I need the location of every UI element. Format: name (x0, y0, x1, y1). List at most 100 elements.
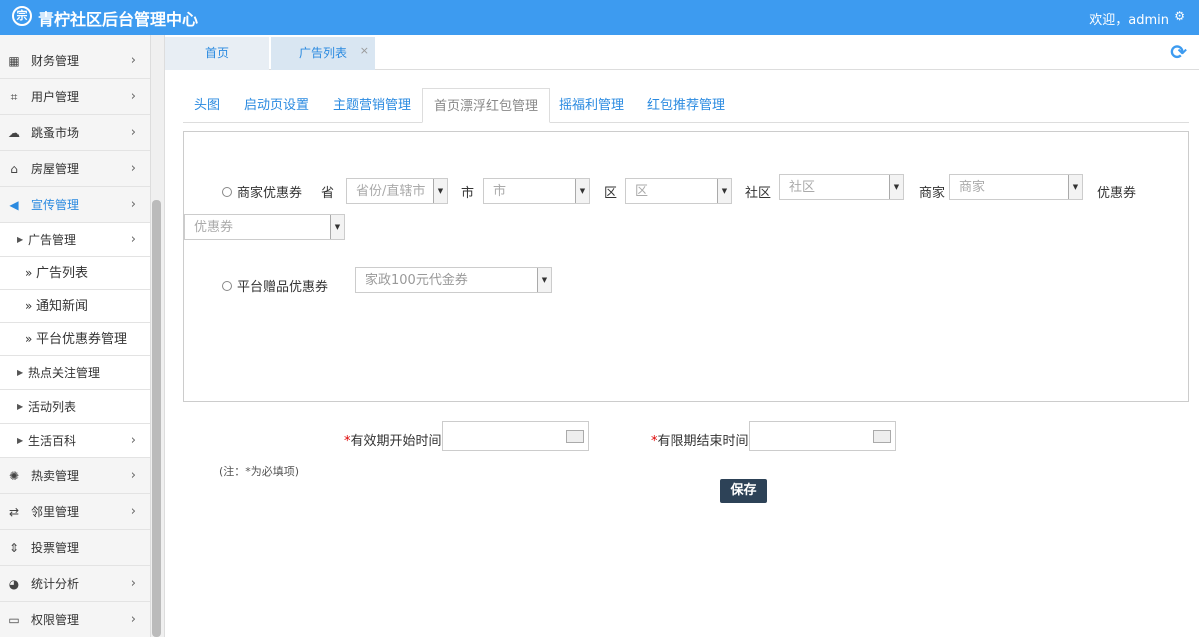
coupon-placeholder: 优惠券 (194, 220, 234, 235)
sidebar-item-market[interactable]: ☁ 跳蚤市场 › (0, 115, 150, 151)
merchant-label: 商家 (919, 186, 946, 201)
bank-icon: ⌂ (10, 162, 18, 176)
sidebar: ▦ 财务管理 › ⌗ 用户管理 › ☁ 跳蚤市场 › ⌂ 房屋管理 › ◀ 宣传… (0, 35, 151, 637)
sidebar-subsub-label: 广告列表 (36, 266, 89, 281)
sidebar-sub-hotspot[interactable]: ▶ 热点关注管理 (0, 356, 150, 390)
close-icon[interactable]: × (360, 34, 369, 67)
chevron-right-icon: › (130, 612, 136, 627)
caret-down-icon: ▼ (575, 179, 589, 203)
page-tab-home[interactable]: 首页 (165, 37, 269, 70)
caret-down-icon: ▼ (537, 268, 551, 292)
tab-launch-page[interactable]: 启动页设置 (244, 88, 309, 123)
coupon-select[interactable]: 优惠券 ▼ (184, 214, 345, 240)
tab-floating-redpacket[interactable]: 首页漂浮红包管理 (422, 88, 551, 123)
tab-theme-marketing[interactable]: 主题营销管理 (333, 88, 411, 123)
page-tab-ad-list[interactable]: 广告列表 × (271, 37, 375, 70)
sidebar-item-stats[interactable]: ◕ 统计分析 › (0, 566, 150, 602)
gear-icon[interactable]: ⚙ (1174, 9, 1185, 23)
sidebar-sub-ad-management[interactable]: ▶ 广告管理 › (0, 223, 150, 257)
caret-down-icon: ▼ (1068, 175, 1082, 199)
sidebar-item-label: 权限管理 (31, 613, 80, 627)
city-select[interactable]: 市 ▼ (483, 178, 590, 204)
sidebar-item-users[interactable]: ⌗ 用户管理 › (0, 79, 150, 115)
sidebar-item-finance[interactable]: ▦ 财务管理 › (0, 43, 150, 79)
city-label: 市 (461, 186, 475, 201)
merchant-coupon-label: 商家优惠券 (237, 186, 303, 201)
monitor-icon: ▭ (8, 613, 20, 627)
chevron-right-icon: › (130, 433, 136, 448)
coupon-form-panel: 商家优惠券 省 省份/直辖市 ▼ 市 市 ▼ 区 区 ▼ 社区 社区 ▼ 商家 … (183, 131, 1189, 402)
save-button[interactable]: 保存 (720, 479, 767, 503)
sidebar-item-housing[interactable]: ⌂ 房屋管理 › (0, 151, 150, 187)
chevron-right-icon: › (130, 89, 136, 104)
caret-down-icon: ▼ (717, 179, 731, 203)
chevron-right-icon: › (130, 53, 136, 68)
sidebar-item-label: 邻里管理 (31, 505, 80, 519)
caret-right-icon: ▶ (17, 402, 24, 411)
merchant-select[interactable]: 商家 ▼ (949, 174, 1083, 200)
sidebar-subsub-label: 通知新闻 (36, 299, 89, 314)
cloud-icon: ☁ (8, 126, 20, 140)
app-title: 青柠社区后台管理中心 (38, 10, 199, 29)
top-header: 宗 青柠社区后台管理中心 欢迎，admin ⚙ (0, 0, 1199, 35)
retweet-icon: ⇄ (8, 505, 20, 519)
chevron-right-icon: › (130, 161, 136, 176)
platform-gift-label: 平台赠品优惠券 (237, 280, 329, 295)
sidebar-sub-encyclopedia[interactable]: ▶ 生活百科 › (0, 424, 150, 458)
end-time-text: 有限期结束时间 (657, 434, 749, 449)
end-time-label: *有限期结束时间 (651, 430, 749, 449)
caret-right-icon: ▶ (17, 235, 24, 244)
sidebar-subsub-platform-coupons[interactable]: » 平台优惠券管理 (0, 323, 150, 356)
sidebar-item-neighbors[interactable]: ⇄ 邻里管理 › (0, 494, 150, 530)
platform-gift-radio[interactable] (222, 281, 232, 291)
start-time-label: *有效期开始时间 (344, 430, 442, 449)
pie-chart-icon: ◕ (8, 577, 20, 591)
province-label: 省 (321, 186, 335, 201)
calendar-icon[interactable] (873, 430, 891, 443)
province-select[interactable]: 省份/直辖市 ▼ (346, 178, 448, 204)
caret-right-icon: ▶ (17, 368, 24, 377)
sidebar-item-permissions[interactable]: ▭ 权限管理 › (0, 602, 150, 637)
sidebar-scrollbar[interactable] (152, 200, 161, 637)
sidebar-sub-label: 广告管理 (28, 233, 77, 247)
platform-gift-select[interactable]: 家政100元代金券 ▼ (355, 267, 552, 293)
calculator-icon: ▦ (8, 54, 20, 68)
sidebar-item-label: 跳蚤市场 (31, 126, 80, 140)
chevron-right-icon: › (130, 232, 136, 247)
calendar-icon[interactable] (566, 430, 584, 443)
tab-shake-welfare[interactable]: 摇福利管理 (559, 88, 624, 123)
sidebar-subsub-news[interactable]: » 通知新闻 (0, 290, 150, 323)
chevron-right-icon: › (130, 576, 136, 591)
start-date-input[interactable] (442, 421, 589, 451)
sidebar-item-label: 宣传管理 (31, 198, 80, 212)
sidebar-sub-activities[interactable]: ▶ 活动列表 (0, 390, 150, 424)
city-placeholder: 市 (493, 184, 507, 199)
community-select[interactable]: 社区 ▼ (779, 174, 904, 200)
welcome-user[interactable]: 欢迎，admin (1089, 9, 1169, 28)
tab-redpacket-recommend[interactable]: 红包推荐管理 (647, 88, 725, 123)
platform-gift-value: 家政100元代金券 (365, 273, 468, 288)
end-date-input[interactable] (749, 421, 896, 451)
caret-down-icon: ▼ (330, 215, 344, 239)
crop-icon: ⌗ (10, 90, 18, 104)
tab-banner[interactable]: 头图 (194, 88, 220, 123)
district-select[interactable]: 区 ▼ (625, 178, 732, 204)
community-label: 社区 (745, 186, 772, 201)
district-label: 区 (604, 186, 618, 201)
sidebar-subsub-label: 平台优惠券管理 (36, 332, 128, 347)
sidebar-subsub-ad-list[interactable]: » 广告列表 (0, 257, 150, 290)
sidebar-item-promotion[interactable]: ◀ 宣传管理 › (0, 187, 150, 223)
sidebar-sub-label: 活动列表 (28, 400, 77, 414)
sidebar-item-label: 热卖管理 (31, 469, 80, 483)
megaphone-icon: ◀ (9, 198, 19, 212)
coupon-label: 优惠券 (1097, 186, 1137, 201)
community-placeholder: 社区 (789, 180, 816, 195)
sidebar-item-hot-sales[interactable]: ✺ 热卖管理 › (0, 458, 150, 494)
refresh-icon[interactable]: ⟳ (1170, 40, 1187, 64)
sidebar-item-votes[interactable]: ⇕ 投票管理 (0, 530, 150, 566)
required-note: (注：*为必填项) (219, 465, 300, 478)
sun-icon: ✺ (8, 469, 20, 483)
sort-icon: ⇕ (8, 541, 20, 555)
merchant-coupon-radio[interactable] (222, 187, 232, 197)
caret-down-icon: ▼ (889, 175, 903, 199)
